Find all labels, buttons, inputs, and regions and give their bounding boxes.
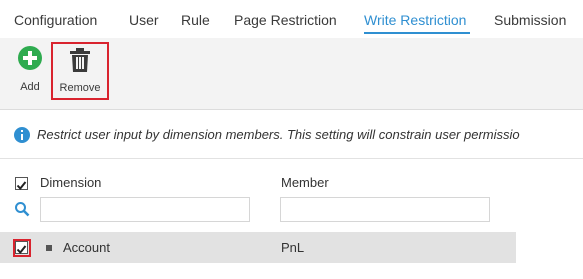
checkmark-icon [16,245,27,255]
search-icon [14,201,30,222]
table-row[interactable]: Account PnL [0,232,516,263]
tab-configuration[interactable]: Configuration [14,12,97,28]
info-circle-icon [14,127,30,148]
filter-row [0,194,583,230]
checkmark-icon [16,181,27,191]
restriction-grid: Dimension Member Account PnL [0,160,583,279]
active-tab-indicator [364,32,470,34]
info-text: Restrict user input by dimension members… [37,127,520,142]
row-checkbox[interactable] [15,241,28,255]
select-all-checkbox[interactable] [15,177,28,191]
member-filter-input[interactable] [280,197,490,222]
tab-user[interactable]: User [129,12,159,28]
tab-page-restriction[interactable]: Page Restriction [234,12,337,28]
info-banner: Restrict user input by dimension members… [0,111,583,159]
add-button-label: Add [20,81,40,93]
dimension-filter-input[interactable] [40,197,250,222]
grid-header-row: Dimension Member [0,160,583,194]
remove-button[interactable]: Remove [51,42,109,100]
tab-write-restriction[interactable]: Write Restriction [364,12,466,28]
remove-button-label: Remove [59,82,101,94]
column-header-member[interactable]: Member [281,175,329,190]
row-bullet-icon [46,245,52,251]
tab-rule[interactable]: Rule [181,12,210,28]
dimension-cell: Account [63,240,110,255]
trash-icon [53,48,107,77]
tab-submission[interactable]: Submission [494,12,566,28]
tab-bar: Configuration User Rule Page Restriction… [0,0,583,38]
member-cell: PnL [281,240,305,255]
toolbar: Add Remove [0,38,583,110]
add-button[interactable]: Add [14,46,46,93]
column-header-dimension[interactable]: Dimension [40,175,101,190]
plus-circle-icon [14,46,46,75]
